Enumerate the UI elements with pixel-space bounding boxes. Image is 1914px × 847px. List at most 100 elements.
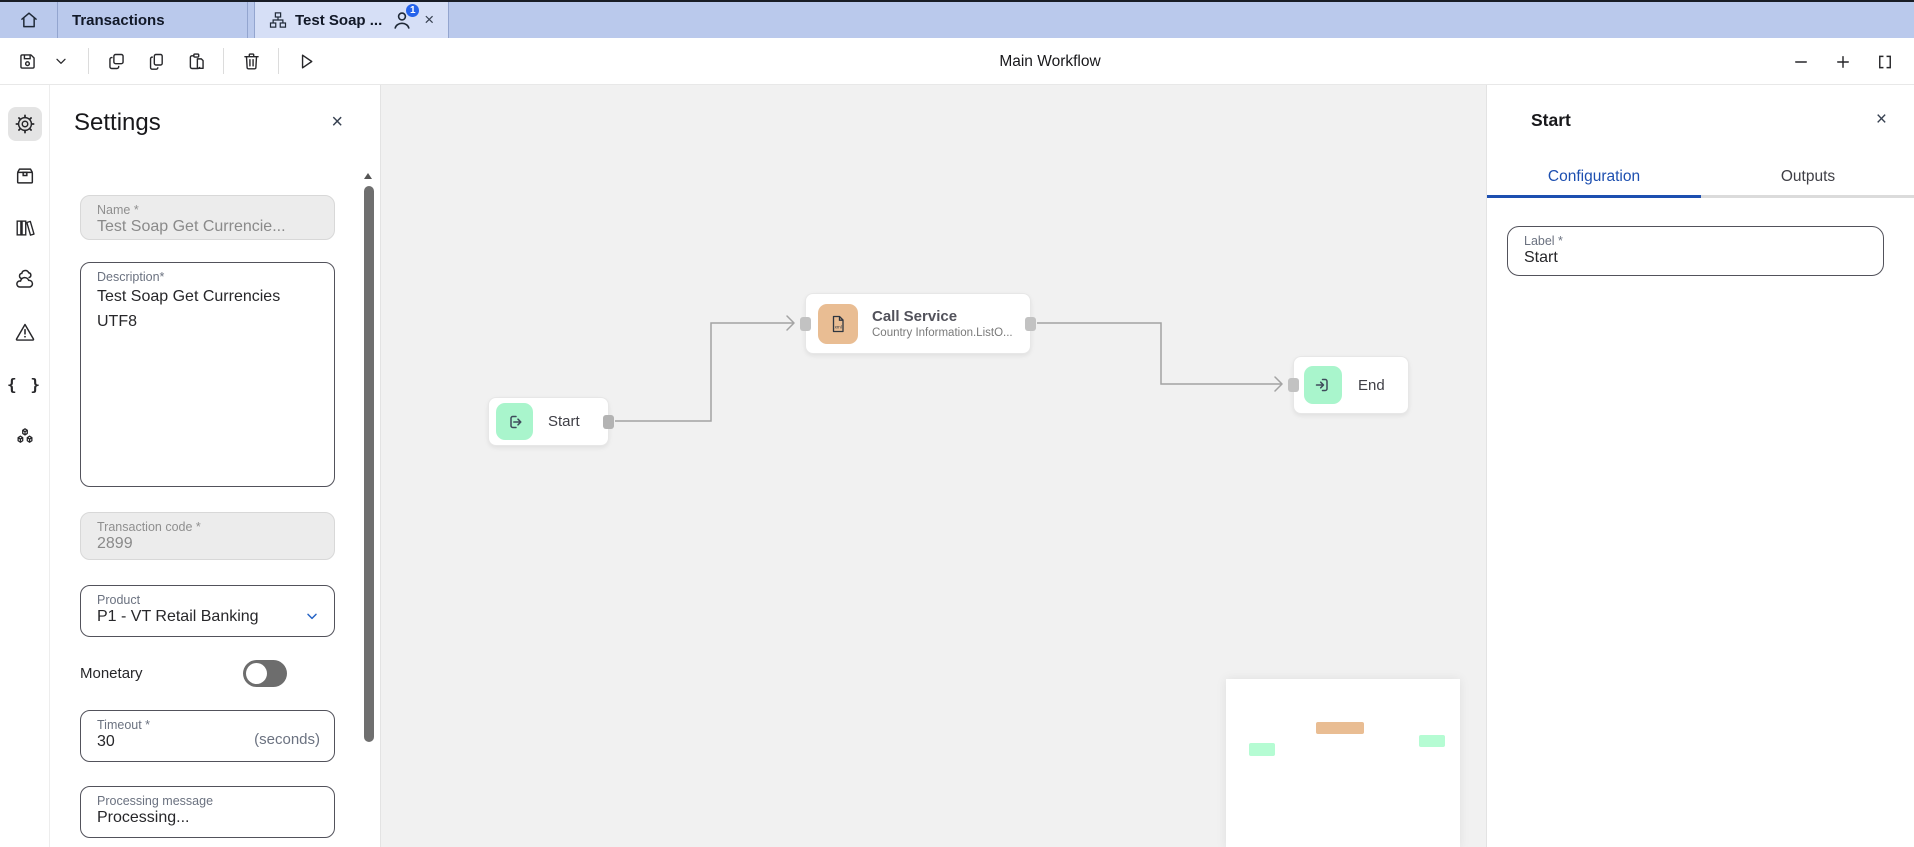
clouds-icon [13, 268, 37, 292]
workflow-icon [269, 11, 287, 29]
tab-test-soap-label: Test Soap ... [295, 12, 382, 29]
workflow-editor-window: Transactions Test Soap ... 1 × [0, 0, 1914, 847]
start-node-output-port[interactable] [603, 415, 614, 429]
call-service-output-port[interactable] [1025, 317, 1036, 331]
description-field-label: Description* [97, 270, 318, 284]
edge-start-to-call-service [615, 323, 793, 421]
inspector-tabs: Configuration Outputs [1487, 162, 1914, 198]
minus-icon [1792, 53, 1810, 71]
tab-test-soap[interactable]: Test Soap ... 1 × [254, 2, 449, 38]
product-select-value: P1 - VT Retail Banking [97, 608, 318, 626]
plus-icon [1834, 53, 1852, 71]
home-icon [19, 10, 39, 30]
tab-transactions-label: Transactions [72, 12, 165, 29]
workflow-canvas[interactable]: Start xml Call Service Country Informati… [381, 85, 1486, 847]
minimap-start-node [1249, 743, 1275, 756]
gear-icon [14, 113, 36, 135]
fullscreen-icon [1876, 53, 1894, 71]
name-field-label: Name * [97, 203, 318, 217]
workflow-title: Main Workflow [999, 38, 1100, 85]
rail-item-library[interactable] [8, 211, 42, 245]
start-node-label: Start [548, 413, 580, 430]
rail-item-settings[interactable] [8, 107, 42, 141]
collaborator-count-badge: 1 [405, 3, 420, 18]
play-icon [296, 51, 317, 72]
save-button[interactable] [10, 44, 44, 78]
transaction-code-field: Transaction code * 2899 [80, 512, 335, 560]
timeout-unit-label: (seconds) [254, 731, 320, 748]
tab-outputs[interactable]: Outputs [1701, 162, 1914, 198]
chevron-down-icon [53, 53, 69, 69]
collaborators-indicator[interactable]: 1 [390, 8, 414, 32]
node-label-field-value: Start [1524, 249, 1867, 267]
transaction-code-value: 2899 [97, 535, 318, 553]
edge-call-service-to-end [1037, 323, 1281, 384]
processing-message-label: Processing message [97, 794, 318, 808]
node-inspector-panel: Start × Configuration Outputs Label * St… [1486, 85, 1914, 847]
description-field[interactable]: Description* Test Soap Get Currencies UT… [80, 262, 335, 487]
save-icon [17, 51, 38, 72]
processing-message-field[interactable]: Processing message Processing... [80, 786, 335, 838]
rail-item-modules[interactable] [8, 419, 42, 453]
copy-icon [106, 51, 127, 72]
monetary-row: Monetary [80, 660, 335, 687]
node-end[interactable]: End [1293, 356, 1409, 414]
tab-close-icon[interactable]: × [424, 10, 434, 30]
end-node-label: End [1358, 377, 1385, 394]
end-node-icon [1304, 366, 1342, 404]
home-tab[interactable] [0, 2, 58, 38]
package-icon [14, 165, 36, 187]
name-field: Name * Test Soap Get Currencie... [80, 195, 335, 240]
description-field-value: Test Soap Get Currencies UTF8 [97, 285, 318, 335]
left-icon-rail: { } [0, 85, 50, 847]
rail-item-clouds[interactable] [8, 263, 42, 297]
node-start[interactable]: Start [488, 397, 609, 446]
run-button[interactable] [289, 44, 323, 78]
library-books-icon [14, 217, 36, 239]
fullscreen-button[interactable] [1868, 45, 1902, 79]
tab-configuration[interactable]: Configuration [1487, 162, 1701, 198]
toolbar-divider [88, 48, 89, 74]
minimap-end-node [1419, 735, 1445, 747]
timeout-field-label: Timeout * [97, 718, 318, 732]
settings-close-icon[interactable]: × [331, 112, 343, 132]
call-service-node-icon: xml [818, 304, 858, 344]
code-braces-icon: { } [7, 375, 42, 394]
save-menu-button[interactable] [44, 44, 78, 78]
rail-item-warnings[interactable] [8, 315, 42, 349]
monetary-label: Monetary [80, 665, 143, 682]
call-service-node-subtitle: Country Information.ListO... [872, 327, 1013, 339]
canvas-minimap[interactable] [1226, 679, 1460, 847]
duplicate-button[interactable] [139, 44, 173, 78]
copy-button[interactable] [99, 44, 133, 78]
zoom-out-button[interactable] [1784, 45, 1818, 79]
node-label-field-label: Label * [1524, 234, 1867, 248]
node-call-service[interactable]: xml Call Service Country Information.Lis… [805, 293, 1031, 354]
settings-panel-title: Settings [74, 109, 161, 137]
call-service-input-port[interactable] [800, 317, 811, 331]
end-node-input-port[interactable] [1288, 378, 1299, 392]
svg-text:xml: xml [835, 324, 842, 329]
settings-scrollbar[interactable] [364, 186, 374, 742]
rail-item-code[interactable]: { } [8, 367, 42, 401]
editor-toolbar: Main Workflow [0, 38, 1914, 85]
inspector-close-icon[interactable]: × [1876, 110, 1887, 129]
zoom-in-button[interactable] [1826, 45, 1860, 79]
settings-panel: Settings × Name * Test Soap Get Currenci… [50, 85, 381, 847]
inspector-title: Start [1531, 110, 1571, 131]
monetary-toggle[interactable] [243, 660, 287, 687]
scrollbar-up-arrow[interactable] [364, 173, 372, 179]
warning-triangle-icon [14, 321, 36, 343]
paste-button[interactable] [179, 44, 213, 78]
node-label-field[interactable]: Label * Start [1507, 226, 1884, 276]
transaction-code-label: Transaction code * [97, 520, 318, 534]
delete-button[interactable] [234, 44, 268, 78]
product-select-label: Product [97, 593, 318, 607]
cubes-icon [14, 425, 36, 447]
product-select[interactable]: Product P1 - VT Retail Banking [80, 585, 335, 637]
timeout-field[interactable]: Timeout * 30 (seconds) [80, 710, 335, 762]
rail-item-package[interactable] [8, 159, 42, 193]
tab-bar: Transactions Test Soap ... 1 × [0, 0, 1914, 38]
duplicate-icon [146, 51, 167, 72]
tab-transactions[interactable]: Transactions [58, 2, 248, 38]
